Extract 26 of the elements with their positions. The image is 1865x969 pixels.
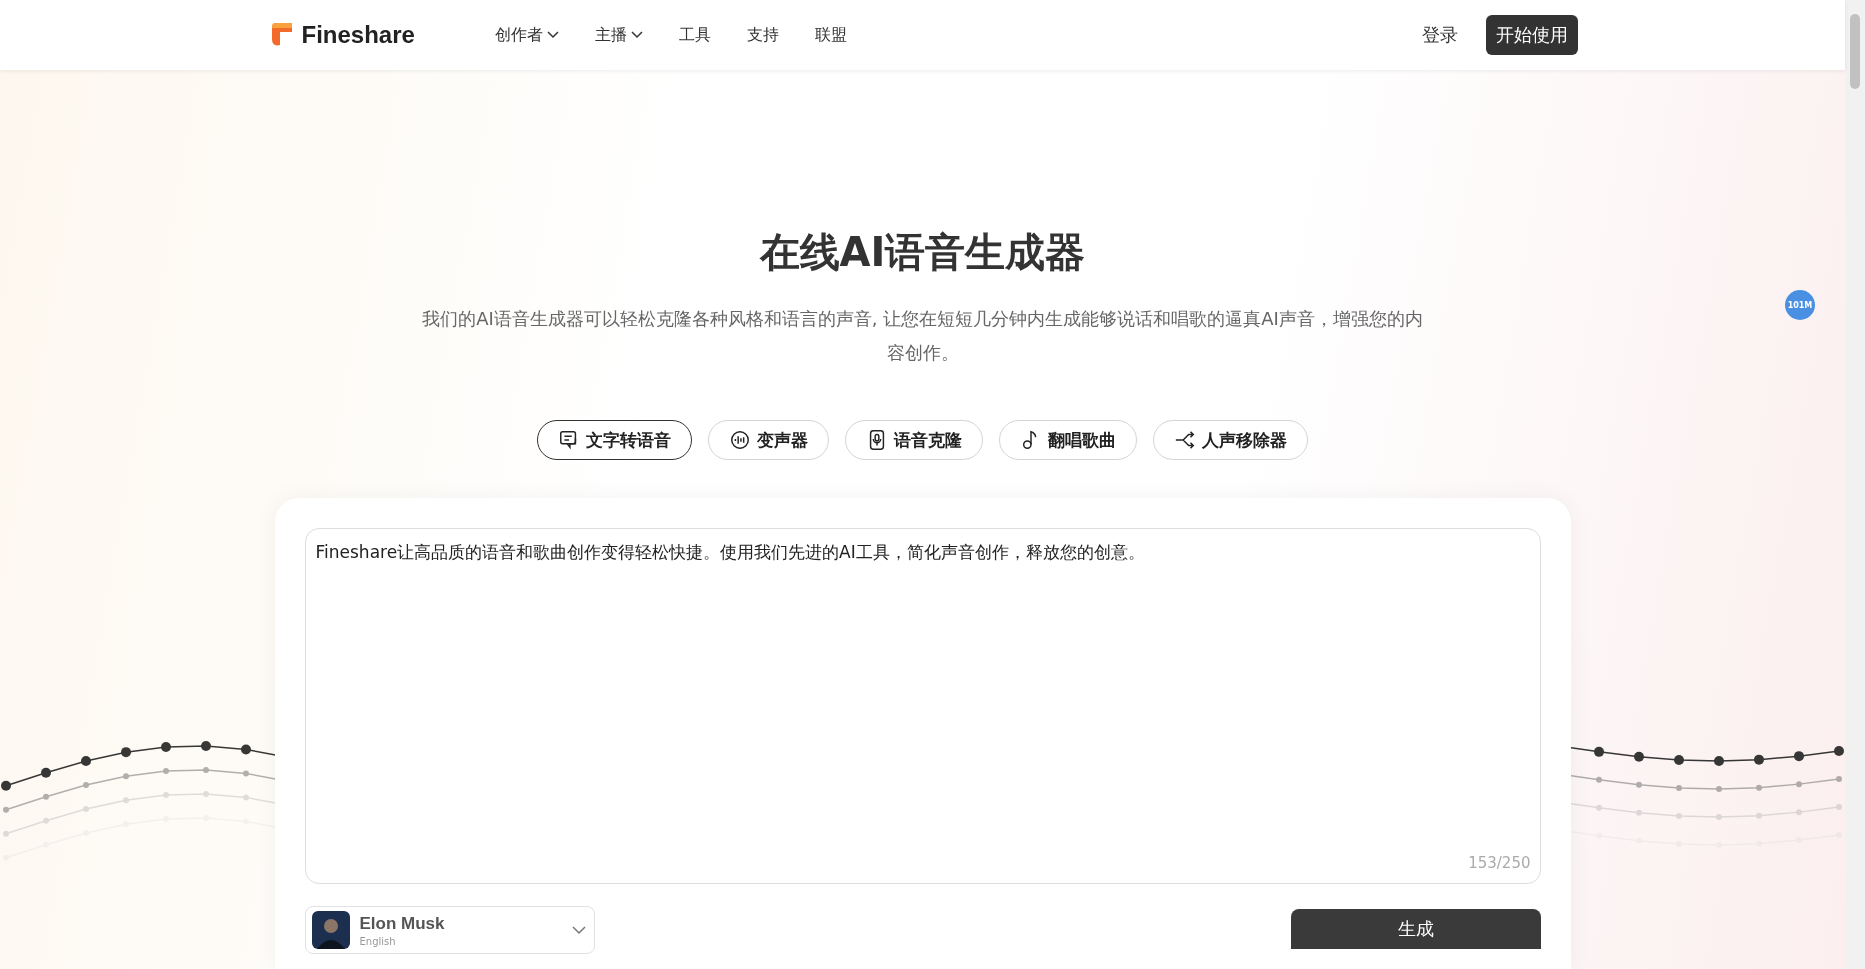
scrollbar[interactable] [1845, 0, 1865, 969]
voice-name: Elon Musk [359, 913, 446, 934]
voice-language: English [359, 935, 397, 947]
login-link[interactable]: 登录 [1421, 23, 1458, 47]
generate-button[interactable]: 生成 [1290, 909, 1541, 949]
chevron-down-icon [571, 925, 586, 935]
mode-tab[interactable]: 变声器 [708, 420, 829, 460]
nav-link[interactable]: 工具 [678, 24, 711, 46]
mode-tab[interactable]: 人声移除器 [1153, 420, 1308, 460]
avatar [311, 911, 350, 949]
page-title: 在线AI语音生成器 [759, 228, 1086, 277]
mode-tab[interactable]: 翻唱歌曲 [999, 420, 1137, 460]
scrollbar-thumb[interactable] [1850, 14, 1860, 89]
mode-tab[interactable]: 文字转语音 [537, 420, 692, 460]
page-subtitle: 我们的AI语音生成器可以轻松克隆各种风格和语言的声音, 让您在短短几分钟内生成能够说话和唱歌的逼真AI声音，增强您的内容创作。 [421, 307, 1424, 365]
nav-link[interactable]: 联盟 [814, 24, 847, 46]
character-counter: 153/250 [1468, 854, 1531, 872]
split-arrow-icon [1174, 429, 1196, 451]
nav-link[interactable]: 主播 [594, 24, 643, 46]
nav-link[interactable]: 支持 [746, 24, 779, 46]
nav-link[interactable]: 创作者 [494, 24, 559, 46]
waveform-icon [729, 429, 751, 451]
logo-text[interactable]: Fineshare [301, 21, 415, 49]
voice-selector[interactable]: Elon Musk English [304, 906, 595, 954]
mode-tab[interactable]: 语音克隆 [845, 420, 983, 460]
get-started-button[interactable]: 开始使用 [1485, 15, 1578, 55]
